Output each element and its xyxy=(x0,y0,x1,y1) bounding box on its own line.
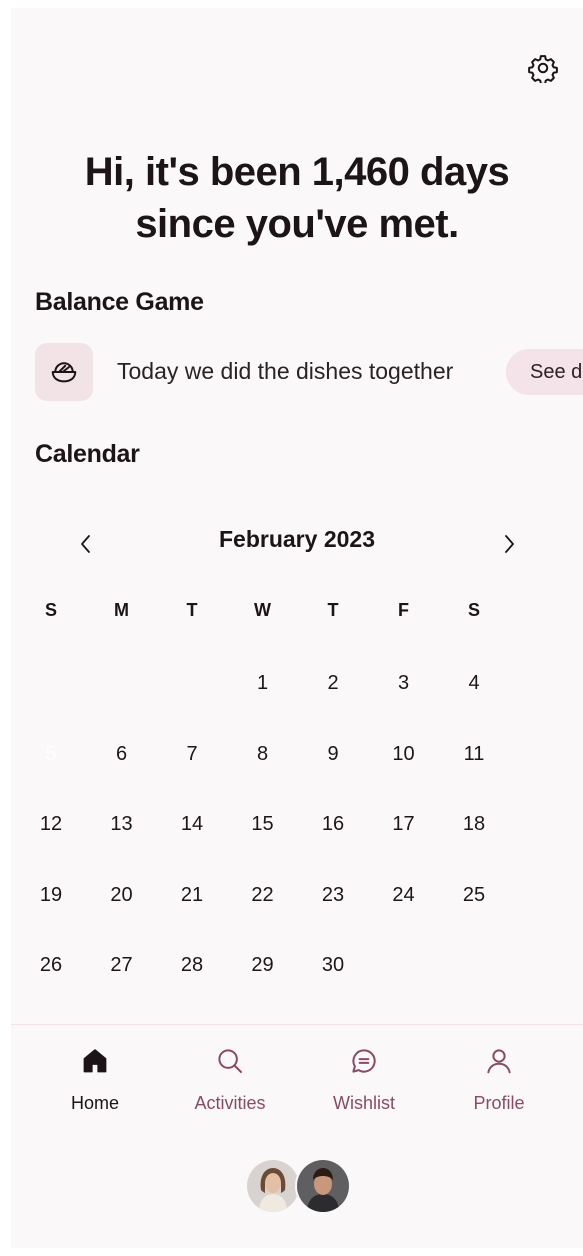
calendar-title: Calendar xyxy=(35,440,140,468)
see-details-button[interactable]: See d xyxy=(506,349,583,395)
tab-profile-label: Profile xyxy=(473,1093,525,1113)
calendar-day[interactable]: 21 xyxy=(157,860,227,930)
calendar-day[interactable]: 25 xyxy=(439,860,509,930)
chevron-right-icon xyxy=(505,535,514,553)
calendar-day[interactable]: 16 xyxy=(298,789,368,859)
tab-home[interactable]: Home xyxy=(35,1043,155,1114)
calendar-day-selected[interactable]: 5 xyxy=(16,718,86,789)
calendar-day[interactable]: 1 xyxy=(228,648,298,718)
tab-wishlist[interactable]: Wishlist xyxy=(304,1043,424,1114)
calendar-day[interactable]: 8 xyxy=(228,719,298,789)
calendar-day[interactable]: 2 xyxy=(298,648,368,718)
avatar-partner-2 xyxy=(295,1158,351,1214)
weekday-header: W xyxy=(254,600,271,620)
rice-bowl-icon xyxy=(51,362,77,383)
calendar-day[interactable]: 4 xyxy=(439,648,509,718)
gear-icon xyxy=(528,55,558,83)
weekday-header: M xyxy=(114,600,129,620)
calendar-day[interactable]: 18 xyxy=(439,789,509,859)
tab-activities[interactable]: Activities xyxy=(170,1043,290,1114)
calendar-day[interactable]: 10 xyxy=(369,719,439,789)
balance-game-card: Today we did the dishes together See d xyxy=(35,343,583,403)
calendar-day[interactable]: 26 xyxy=(16,930,86,1000)
calendar-day[interactable]: 23 xyxy=(298,860,368,930)
calendar-day[interactable]: 9 xyxy=(298,719,368,789)
calendar-day[interactable]: 7 xyxy=(157,719,227,789)
calendar-day[interactable]: 11 xyxy=(439,719,509,789)
tab-profile[interactable]: Profile xyxy=(439,1043,559,1114)
calendar-day[interactable]: 3 xyxy=(369,648,439,718)
greeting-line-1: Hi, it's been 1,460 days xyxy=(84,150,510,194)
settings-button[interactable] xyxy=(525,50,561,86)
search-icon xyxy=(218,1049,242,1073)
tab-activities-label: Activities xyxy=(194,1093,266,1113)
balance-game-icon-tile xyxy=(35,343,93,401)
avatar-partner-1 xyxy=(245,1158,301,1214)
calendar-day[interactable]: 15 xyxy=(228,789,298,859)
calendar-day[interactable]: 30 xyxy=(298,930,368,1000)
weekday-header: S xyxy=(467,600,480,620)
calendar-day[interactable]: 28 xyxy=(157,930,227,1000)
weekday-header: T xyxy=(186,600,198,620)
calendar-day[interactable]: 14 xyxy=(157,789,227,859)
balance-game-title: Balance Game xyxy=(35,288,204,316)
weekday-header: T xyxy=(327,600,339,620)
weekday-header: F xyxy=(398,600,409,620)
weekday-header: S xyxy=(44,600,57,620)
chat-icon xyxy=(352,1049,376,1073)
calendar-day[interactable]: 29 xyxy=(228,930,298,1000)
greeting-line-2: since you've met. xyxy=(135,202,459,246)
home-icon xyxy=(83,1049,107,1073)
balance-game-text: Today we did the dishes together xyxy=(117,358,454,384)
tab-home-label: Home xyxy=(70,1093,119,1113)
app-screen: Hi, it's been 1,460 days since you've me… xyxy=(11,8,583,1248)
next-month-button[interactable] xyxy=(489,524,529,564)
calendar-day[interactable]: 17 xyxy=(369,789,439,859)
calendar-day[interactable]: 27 xyxy=(87,930,157,1000)
calendar-day[interactable]: 19 xyxy=(16,860,86,930)
calendar-day[interactable]: 13 xyxy=(87,789,157,859)
calendar-day[interactable]: 6 xyxy=(87,719,157,789)
calendar-day[interactable]: 24 xyxy=(369,860,439,930)
calendar-day[interactable]: 12 xyxy=(16,789,86,859)
user-icon xyxy=(487,1049,511,1074)
bottom-nav-divider xyxy=(11,1024,583,1025)
couple-avatars[interactable] xyxy=(245,1158,355,1214)
calendar-day[interactable]: 22 xyxy=(228,860,298,930)
greeting-heading: Hi, it's been 1,460 days since you've me… xyxy=(11,146,583,250)
tab-wishlist-label: Wishlist xyxy=(333,1093,395,1113)
calendar-day[interactable]: 20 xyxy=(87,860,157,930)
